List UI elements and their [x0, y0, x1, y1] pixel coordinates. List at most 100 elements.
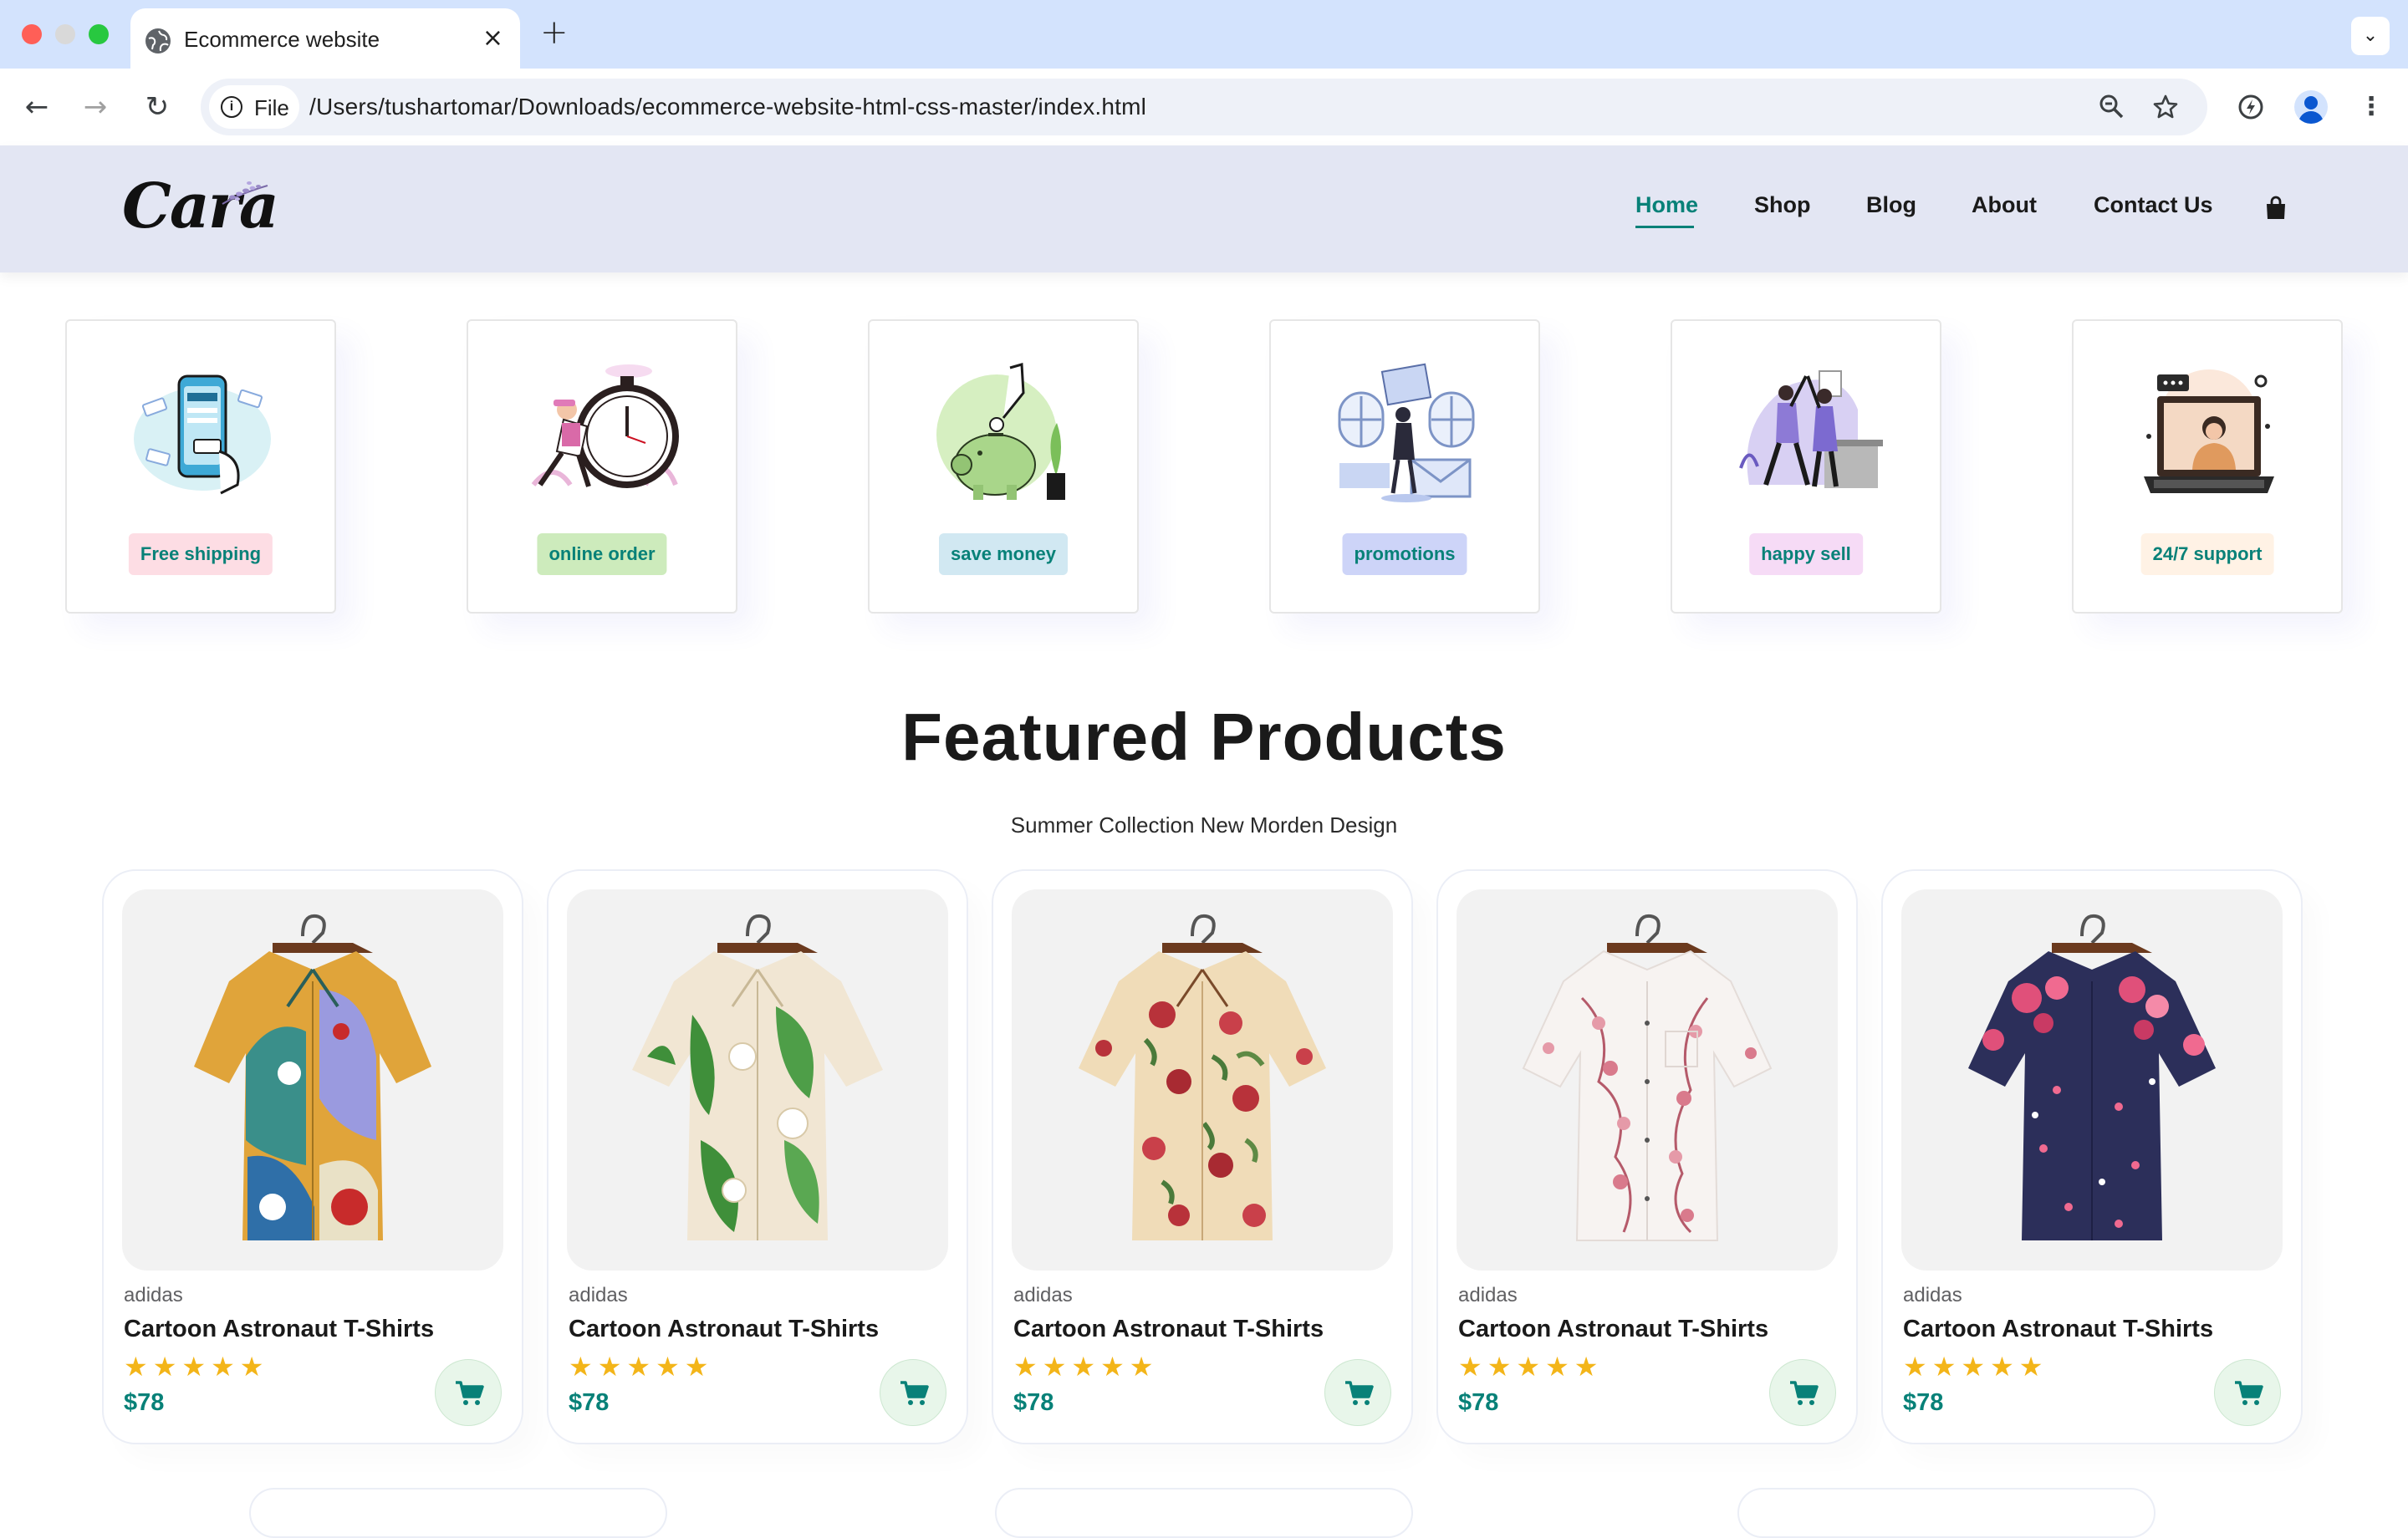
new-tab-button[interactable]: +: [540, 13, 569, 52]
extension-icon[interactable]: [2231, 87, 2271, 127]
nav-about[interactable]: About: [1972, 192, 2037, 218]
close-window-button[interactable]: [22, 24, 42, 44]
add-to-cart-button[interactable]: [435, 1359, 502, 1426]
tab-title: Ecommerce website: [184, 27, 380, 52]
shirt-image: [1079, 914, 1326, 1240]
add-to-cart-button[interactable]: [2214, 1359, 2281, 1426]
nav-shop[interactable]: Shop: [1754, 192, 1811, 218]
feature-promotions: promotions: [1269, 319, 1540, 614]
address-bar[interactable]: i File /Users/tushartomar/Downloads/ecom…: [201, 79, 2207, 135]
promotions-illustration: [1338, 363, 1475, 502]
product-card[interactable]: adidas Cartoon Astronaut T-Shirts ★★★★★ …: [102, 869, 523, 1444]
site-info-chip[interactable]: i File: [209, 85, 299, 129]
cart-icon: [900, 1381, 929, 1405]
product-name[interactable]: Cartoon Astronaut T-Shirts: [1458, 1316, 1768, 1343]
lavender-sprig-icon: [222, 181, 268, 205]
product-price: $78: [1458, 1389, 1499, 1416]
add-to-cart-button[interactable]: [1324, 1359, 1391, 1426]
product-card[interactable]: adidas Cartoon Astronaut T-Shirts ★★★★★ …: [992, 869, 1413, 1444]
shirt-image: [632, 914, 883, 1240]
chip-label: File: [254, 95, 289, 120]
product-brand: adidas: [1013, 1284, 1073, 1306]
feature-label: 24/7 support: [2140, 533, 2274, 575]
product-brand: adidas: [1903, 1284, 1962, 1306]
product-card-partial[interactable]: [1737, 1488, 2155, 1538]
product-image[interactable]: [1901, 889, 2283, 1271]
feature-support: 24/7 support: [2072, 319, 2343, 614]
product-card[interactable]: adidas Cartoon Astronaut T-Shirts ★★★★★ …: [1436, 869, 1858, 1444]
feature-label: online order: [537, 533, 667, 575]
kebab-menu-icon[interactable]: ⋮: [2351, 87, 2391, 127]
product-price: $78: [569, 1389, 610, 1416]
product-price: $78: [124, 1389, 165, 1416]
star-rating: ★★★★★: [569, 1351, 714, 1383]
happy-sell-illustration: [1739, 370, 1883, 488]
maximize-window-button[interactable]: [89, 24, 109, 44]
forward-icon[interactable]: →: [75, 87, 115, 127]
product-price: $78: [1903, 1389, 1944, 1416]
add-to-cart-button[interactable]: [1769, 1359, 1836, 1426]
product-name[interactable]: Cartoon Astronaut T-Shirts: [124, 1316, 434, 1343]
globe-icon: [145, 28, 171, 53]
browser-toolbar: ← → ↻ i File /Users/tushartomar/Download…: [0, 69, 2408, 145]
cart-icon: [1790, 1381, 1819, 1405]
nav-blog[interactable]: Blog: [1866, 192, 1916, 218]
nav-home[interactable]: Home: [1635, 192, 1698, 218]
piggy-bank-illustration: [936, 363, 1065, 500]
nav-contact-us[interactable]: Contact Us: [2094, 192, 2213, 218]
url-text[interactable]: /Users/tushartomar/Downloads/ecommerce-w…: [309, 94, 1146, 120]
product-image[interactable]: [1012, 889, 1393, 1271]
product-card[interactable]: adidas Cartoon Astronaut T-Shirts ★★★★★ …: [547, 869, 968, 1444]
cart-icon: [2235, 1381, 2263, 1405]
product-name[interactable]: Cartoon Astronaut T-Shirts: [1013, 1316, 1324, 1343]
feature-save-money: save money: [868, 319, 1139, 614]
product-card-partial[interactable]: [995, 1488, 1413, 1538]
site-header: Cara Home Shop Blog About Contact Us: [0, 145, 2408, 272]
feature-label: save money: [939, 533, 1068, 575]
mobile-payment-illustration: [134, 374, 271, 495]
section-subtitle: Summer Collection New Morden Design: [1010, 812, 1398, 838]
product-brand: adidas: [124, 1284, 183, 1306]
browser-tab[interactable]: Ecommerce website ×: [130, 8, 520, 69]
product-name[interactable]: Cartoon Astronaut T-Shirts: [569, 1316, 879, 1343]
tab-close-icon[interactable]: ×: [482, 23, 503, 53]
feature-label: Free shipping: [128, 533, 273, 575]
product-image[interactable]: [122, 889, 503, 1271]
product-brand: adidas: [1458, 1284, 1518, 1306]
zoom-icon[interactable]: [2094, 89, 2130, 125]
product-card-partial[interactable]: [249, 1488, 667, 1538]
product-price: $78: [1013, 1389, 1054, 1416]
chevron-down-icon[interactable]: ⌄: [2351, 17, 2390, 55]
nav-active-underline: [1635, 226, 1694, 228]
feature-online-order: online order: [467, 319, 737, 614]
star-rating: ★★★★★: [124, 1351, 269, 1383]
cart-icon: [1345, 1381, 1374, 1405]
feature-label: promotions: [1342, 533, 1467, 575]
product-image[interactable]: [1457, 889, 1838, 1271]
browser-tab-bar: Ecommerce website × + ⌄: [0, 0, 2408, 69]
product-card[interactable]: adidas Cartoon Astronaut T-Shirts ★★★★★ …: [1881, 869, 2303, 1444]
minimize-window-button[interactable]: [55, 24, 75, 44]
cart-icon: [456, 1381, 484, 1405]
product-brand: adidas: [569, 1284, 628, 1306]
shirt-image: [1522, 914, 1773, 1241]
product-image[interactable]: [567, 889, 948, 1271]
shirt-image: [194, 914, 431, 1240]
star-icon[interactable]: [2147, 89, 2184, 125]
stopwatch-runner-illustration: [531, 364, 679, 488]
shirt-image: [1968, 914, 2216, 1240]
product-name[interactable]: Cartoon Astronaut T-Shirts: [1903, 1316, 2213, 1343]
section-title: Featured Products: [901, 700, 1507, 774]
star-rating: ★★★★★: [1903, 1351, 2048, 1383]
info-icon: i: [221, 96, 242, 118]
feature-label: happy sell: [1749, 533, 1863, 575]
feature-free-shipping: Free shipping: [65, 319, 336, 614]
profile-icon[interactable]: [2291, 87, 2331, 127]
star-rating: ★★★★★: [1013, 1351, 1159, 1383]
support-laptop-illustration: [2144, 369, 2274, 493]
feature-happy-sell: happy sell: [1671, 319, 1941, 614]
shopping-bag-icon[interactable]: [2264, 196, 2288, 221]
add-to-cart-button[interactable]: [880, 1359, 946, 1426]
back-icon[interactable]: ←: [17, 87, 57, 127]
reload-icon[interactable]: ↻: [137, 87, 177, 127]
